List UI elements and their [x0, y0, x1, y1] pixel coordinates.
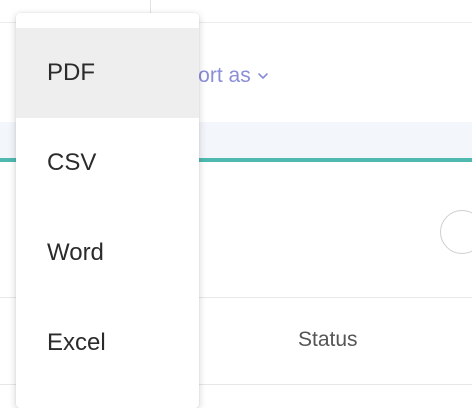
export-dropdown-menu: PDF CSV Word Excel: [16, 13, 199, 408]
chevron-down-icon: [257, 73, 268, 79]
menu-item-word-label: Word: [47, 239, 104, 266]
menu-item-pdf[interactable]: PDF: [16, 28, 199, 118]
menu-item-excel[interactable]: Excel: [16, 298, 199, 388]
menu-item-pdf-label: PDF: [47, 59, 95, 86]
menu-item-csv[interactable]: CSV: [16, 118, 199, 208]
menu-item-excel-label: Excel: [47, 329, 106, 356]
menu-item-csv-label: CSV: [47, 149, 97, 176]
column-header-status[interactable]: Status: [298, 328, 358, 352]
menu-item-word[interactable]: Word: [16, 208, 199, 298]
